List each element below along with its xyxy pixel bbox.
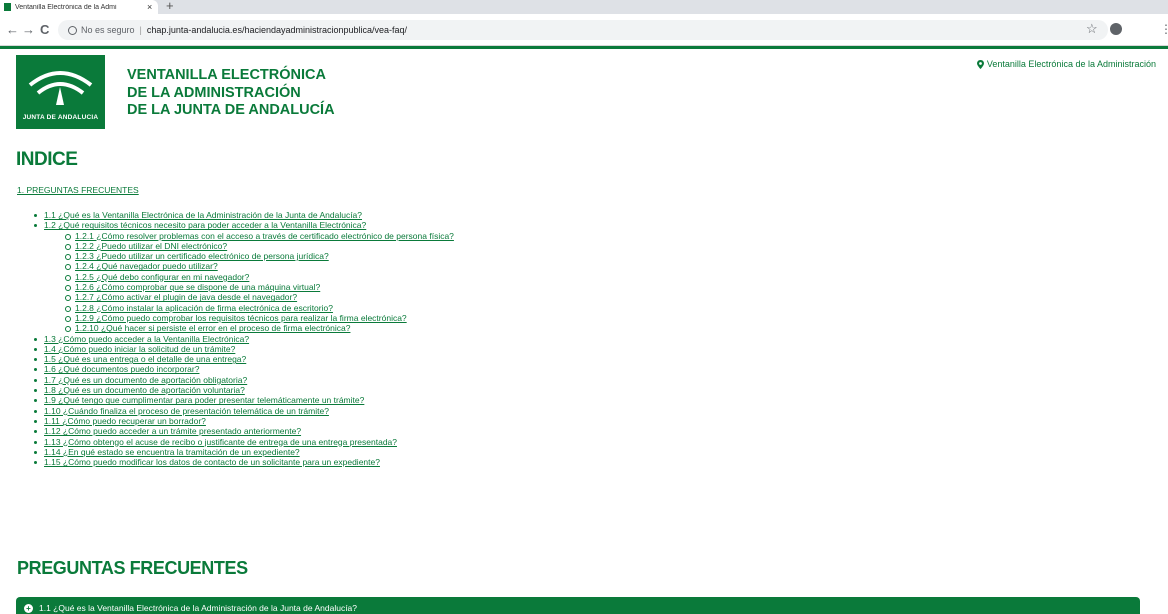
- toc-item: 1.3 ¿Cómo puedo acceder a la Ventanilla …: [34, 334, 454, 344]
- toc-sublink[interactable]: 1.2.2 ¿Puedo utilizar el DNI electrónico…: [75, 241, 227, 251]
- address-bar[interactable]: No es seguro | chap.junta-andalucia.es/h…: [58, 20, 1108, 40]
- map-pin-icon: [976, 59, 984, 69]
- toc-link[interactable]: 1.13 ¿Cómo obtengo el acuse de recibo o …: [44, 437, 397, 447]
- toc-subitem: 1.2.3 ¿Puedo utilizar un certificado ele…: [65, 251, 454, 261]
- toc-link[interactable]: 1.11 ¿Cómo puedo recuperar un borrador?: [44, 416, 206, 426]
- site-title-line3: DE LA JUNTA DE ANDALUCÍA: [127, 102, 335, 118]
- toc-sublink[interactable]: 1.2.4 ¿Qué navegador puedo utilizar?: [75, 261, 218, 271]
- security-label: No es seguro: [81, 25, 135, 35]
- toc-link[interactable]: 1.6 ¿Qué documentos puedo incorporar?: [44, 364, 199, 374]
- toc-item: 1.10 ¿Cuándo finaliza el proceso de pres…: [34, 406, 454, 416]
- toc-item: 1.1 ¿Qué es la Ventanilla Electrónica de…: [34, 210, 454, 220]
- toc-link[interactable]: 1.3 ¿Cómo puedo acceder a la Ventanilla …: [44, 334, 249, 344]
- forward-button[interactable]: →: [22, 22, 35, 37]
- toc-link[interactable]: 1.2 ¿Qué requisitos técnicos necesito pa…: [44, 220, 366, 230]
- toc-subitem: 1.2.5 ¿Qué debo configurar en mi navegad…: [65, 272, 454, 282]
- reload-button[interactable]: C: [40, 22, 49, 37]
- faq-accordion-item[interactable]: + 1.1 ¿Qué es la Ventanilla Electrónica …: [16, 597, 1140, 614]
- toc-item: 1.14 ¿En qué estado se encuentra la tram…: [34, 447, 454, 457]
- toc-subitem: 1.2.6 ¿Cómo comprobar que se dispone de …: [65, 282, 454, 292]
- bookmark-star-icon[interactable]: ☆: [1086, 21, 1098, 37]
- toc-subitem: 1.2.7 ¿Cómo activar el plugin de java de…: [65, 292, 454, 302]
- toc-sublink[interactable]: 1.2.7 ¿Cómo activar el plugin de java de…: [75, 292, 297, 302]
- favicon-icon: [4, 3, 11, 11]
- toc-link[interactable]: 1.10 ¿Cuándo finaliza el proceso de pres…: [44, 406, 329, 416]
- toc-item: 1.7 ¿Qué es un documento de aportación o…: [34, 375, 454, 385]
- url-text[interactable]: chap.junta-andalucia.es/haciendayadminis…: [147, 25, 407, 35]
- new-tab-button[interactable]: +: [166, 0, 174, 13]
- browser-menu-icon[interactable]: ⋮: [1160, 22, 1168, 36]
- toc-link[interactable]: 1.8 ¿Qué es un documento de aportación v…: [44, 385, 245, 395]
- toc-sublist: 1.2.1 ¿Cómo resolver problemas con el ac…: [65, 231, 454, 334]
- browser-tabstrip: Ventanilla Electrónica de la Admi × +: [0, 0, 1168, 14]
- toc-item: 1.15 ¿Cómo puedo modificar los datos de …: [34, 457, 454, 467]
- toc-subitem: 1.2.1 ¿Cómo resolver problemas con el ac…: [65, 231, 454, 241]
- toc-link[interactable]: 1.12 ¿Cómo puedo acceder a un trámite pr…: [44, 426, 301, 436]
- site-title[interactable]: VENTANILLA ELECTRÓNICA DE LA ADMINISTRAC…: [127, 67, 335, 120]
- index-heading: INDICE: [16, 149, 78, 170]
- expand-plus-icon: +: [24, 603, 33, 613]
- toc-item: 1.11 ¿Cómo puedo recuperar un borrador?: [34, 416, 454, 426]
- toc-link[interactable]: 1.5 ¿Qué es una entrega o el detalle de …: [44, 354, 246, 364]
- browser-tab[interactable]: Ventanilla Electrónica de la Admi ×: [0, 0, 158, 14]
- toc-item: 1.2 ¿Qué requisitos técnicos necesito pa…: [34, 220, 454, 333]
- tab-title: Ventanilla Electrónica de la Admi: [15, 3, 117, 11]
- toc-subitem: 1.2.8 ¿Cómo instalar la aplicación de fi…: [65, 303, 454, 313]
- browser-toolbar: ← → C No es seguro | chap.junta-andaluci…: [0, 14, 1168, 46]
- toc-sublink[interactable]: 1.2.8 ¿Cómo instalar la aplicación de fi…: [75, 303, 333, 313]
- toc-sublink[interactable]: 1.2.10 ¿Qué hacer si persiste el error e…: [75, 323, 350, 333]
- header-accent-bar: [0, 46, 1168, 49]
- toc-item: 1.9 ¿Qué tengo que cumplimentar para pod…: [34, 395, 454, 405]
- tab-close-button[interactable]: ×: [147, 2, 152, 12]
- toc-subitem: 1.2.4 ¿Qué navegador puedo utilizar?: [65, 261, 454, 271]
- toc-subitem: 1.2.2 ¿Puedo utilizar el DNI electrónico…: [65, 241, 454, 251]
- site-title-line2: DE LA ADMINISTRACIÓN: [127, 84, 301, 101]
- faq-question-label: 1.1 ¿Qué es la Ventanilla Electrónica de…: [39, 603, 358, 613]
- toc-sublink[interactable]: 1.2.1 ¿Cómo resolver problemas con el ac…: [75, 231, 454, 241]
- toc-item: 1.5 ¿Qué es una entrega o el detalle de …: [34, 354, 454, 364]
- profile-avatar-icon[interactable]: [1110, 23, 1122, 35]
- toc-link[interactable]: 1.15 ¿Cómo puedo modificar los datos de …: [44, 457, 380, 467]
- toc-link[interactable]: 1.1 ¿Qué es la Ventanilla Electrónica de…: [44, 210, 362, 220]
- back-button[interactable]: ←: [6, 22, 19, 37]
- toc-sublink[interactable]: 1.2.6 ¿Cómo comprobar que se dispone de …: [75, 282, 320, 292]
- top-site-link-label: Ventanilla Electrónica de la Administrac…: [986, 59, 1156, 69]
- info-icon[interactable]: [68, 25, 77, 35]
- toc-sublink[interactable]: 1.2.9 ¿Cómo puedo comprobar los requisit…: [75, 313, 407, 323]
- toc-sublink[interactable]: 1.2.5 ¿Qué debo configurar en mi navegad…: [75, 272, 249, 282]
- toc-link[interactable]: 1.14 ¿En qué estado se encuentra la tram…: [44, 447, 300, 457]
- top-site-link[interactable]: Ventanilla Electrónica de la Administrac…: [976, 59, 1156, 69]
- site-title-line1: VENTANILLA ELECTRÓNICA: [127, 67, 326, 83]
- toc-item: 1.6 ¿Qué documentos puedo incorporar?: [34, 364, 454, 374]
- faq-heading: PREGUNTAS FRECUENTES: [17, 558, 248, 578]
- toc-link[interactable]: 1.7 ¿Qué es un documento de aportación o…: [44, 375, 247, 385]
- toc-item: 1.8 ¿Qué es un documento de aportación v…: [34, 385, 454, 395]
- index-list: 1.1 ¿Qué es la Ventanilla Electrónica de…: [34, 210, 454, 467]
- toc-item: 1.13 ¿Cómo obtengo el acuse de recibo o …: [34, 437, 454, 447]
- toc-link[interactable]: 1.4 ¿Cómo puedo iniciar la solicitud de …: [44, 344, 235, 354]
- toc-subitem: 1.2.10 ¿Qué hacer si persiste el error e…: [65, 323, 454, 333]
- toc-item: 1.4 ¿Cómo puedo iniciar la solicitud de …: [34, 344, 454, 354]
- address-separator: |: [139, 25, 142, 35]
- toc-link[interactable]: 1.9 ¿Qué tengo que cumplimentar para pod…: [44, 395, 364, 405]
- toc-sublink[interactable]: 1.2.3 ¿Puedo utilizar un certificado ele…: [75, 251, 329, 261]
- logo-text: JUNTA DE ANDALUCIA: [22, 114, 99, 121]
- toc-subitem: 1.2.9 ¿Cómo puedo comprobar los requisit…: [65, 313, 454, 323]
- section-link-faq[interactable]: 1. PREGUNTAS FRECUENTES: [17, 185, 139, 195]
- junta-logo[interactable]: JUNTA DE ANDALUCIA: [16, 55, 105, 129]
- toc-item: 1.12 ¿Cómo puedo acceder a un trámite pr…: [34, 426, 454, 436]
